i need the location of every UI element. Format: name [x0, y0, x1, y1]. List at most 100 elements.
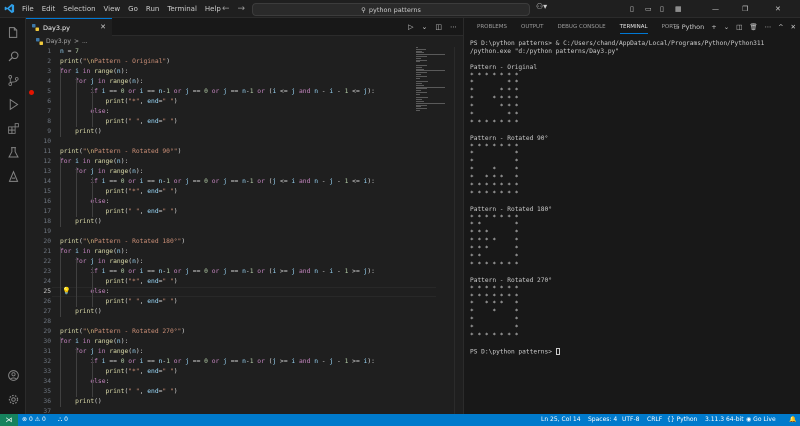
code-line[interactable]: 36 print() [26, 397, 463, 407]
run-python-file-icon[interactable]: ▷ [408, 23, 413, 31]
code-action-lightbulb-icon[interactable]: 💡 [62, 287, 71, 295]
code-line[interactable]: 29 print("\nPattern - Rotated 270°") [26, 327, 463, 337]
more-actions-icon[interactable]: ⋯ [450, 23, 457, 31]
code-token: ): [135, 348, 144, 355]
code-token: i [97, 268, 110, 275]
code-line[interactable]: 27 print() [26, 307, 463, 317]
toggle-secondary-sidebar-icon[interactable]: ▯ [660, 0, 664, 18]
kill-terminal-icon[interactable]: 🗑 [749, 23, 757, 31]
menu-selection[interactable]: Selection [59, 0, 99, 18]
line-number: 14 [43, 178, 51, 185]
split-editor-icon[interactable]: ◫ [435, 23, 442, 31]
terminal-scrollbar[interactable] [792, 38, 798, 414]
notifications-bell-icon[interactable]: 🔔 [789, 414, 796, 426]
ports-status[interactable]: ⛬ 0 [58, 414, 68, 426]
breadcrumb-more[interactable]: ... [82, 38, 88, 45]
explorer-icon[interactable] [0, 21, 26, 43]
code-token: print [105, 278, 125, 285]
indentation[interactable]: Spaces: 4 [588, 414, 617, 426]
code-line[interactable]: 22 for j in range(n): [26, 257, 463, 267]
code-line[interactable]: 31 for j in range(n): [26, 347, 463, 357]
code-token: print [60, 328, 79, 335]
testing-icon[interactable] [0, 141, 26, 163]
terminal-profile[interactable]: ▭ Python [674, 23, 705, 31]
code-line[interactable]: 37 [26, 407, 463, 414]
menu-go[interactable]: Go [124, 0, 142, 18]
code-line[interactable]: 19 [26, 227, 463, 237]
code-line[interactable]: 4 for j in range(n): [26, 77, 463, 87]
menu-run[interactable]: Run [142, 0, 163, 18]
restore-icon[interactable]: ❐ [742, 0, 748, 18]
problems-status[interactable]: ⊗ 0 ⚠ 0 [22, 414, 46, 426]
code-line[interactable]: 13 for j in range(n): [26, 167, 463, 177]
code-line[interactable]: 21 for i in range(n): [26, 247, 463, 257]
code-line[interactable]: 9 print() [26, 127, 463, 137]
code-line[interactable]: 28 [26, 317, 463, 327]
tab-day3-py[interactable]: Day3.py ✕ [26, 18, 112, 36]
split-terminal-icon[interactable]: ◫ [736, 23, 742, 31]
search-icon[interactable] [0, 45, 26, 67]
menu-edit[interactable]: Edit [38, 0, 60, 18]
customize-layout-icon[interactable]: ▦ [675, 0, 682, 18]
code-line[interactable]: 18 print() [26, 217, 463, 227]
cursor-position[interactable]: Ln 25, Col 14 [541, 414, 581, 426]
run-dropdown-chevron-icon[interactable]: ⌄ [422, 23, 428, 31]
code-token: - [336, 268, 345, 275]
menu-view[interactable]: View [100, 0, 125, 18]
encoding[interactable]: UTF-8 [622, 414, 640, 426]
go-live[interactable]: ◉ Go Live [746, 414, 776, 426]
language-mode[interactable]: {} Python [667, 414, 697, 426]
command-center[interactable]: ⚲ python patterns [252, 3, 530, 16]
back-arrow-icon[interactable]: ← [222, 4, 230, 14]
code-token: i [71, 248, 83, 255]
minimize-icon[interactable]: — [712, 0, 719, 18]
python-interpreter[interactable]: 3.11.3 64-bit [705, 414, 744, 426]
python-env-icon[interactable] [0, 165, 26, 187]
terminal-line: * * [470, 316, 519, 324]
code-token: ) [173, 188, 178, 195]
remote-indicator-icon[interactable]: ⋊ [0, 414, 18, 426]
code-token: or [253, 88, 269, 95]
code-line[interactable]: 1 n = 7 [26, 47, 463, 57]
copilot-icon[interactable]: ⚇▾ [536, 2, 547, 11]
code-line[interactable]: 3 for i in range(n): [26, 67, 463, 77]
code-token: print [105, 98, 125, 105]
new-terminal-icon[interactable]: + [711, 23, 716, 31]
tab-debug-console[interactable]: DEBUG CONSOLE [550, 18, 612, 36]
panel-more-icon[interactable]: ⋯ [765, 23, 772, 31]
code-token: print [75, 128, 95, 135]
close-panel-icon[interactable]: ✕ [791, 23, 796, 31]
source-control-icon[interactable] [0, 69, 26, 91]
code-text: print() [60, 397, 102, 407]
code-token: i [71, 158, 83, 165]
code-line[interactable]: 2 print("\nPattern - Original") [26, 57, 463, 67]
run-debug-icon[interactable] [0, 93, 26, 115]
breadcrumb-file[interactable]: Day3.py [46, 38, 71, 45]
close-tab-icon[interactable]: ✕ [100, 23, 106, 31]
terminal-output[interactable]: PS D:\python patterns> & C:/Users/chand/… [470, 40, 788, 356]
toggle-panel-icon[interactable]: ▭ [645, 0, 652, 18]
terminal-dropdown-icon[interactable]: ⌄ [724, 23, 729, 31]
tab-terminal[interactable]: TERMINAL [613, 18, 655, 36]
line-number: 3 [47, 68, 51, 75]
forward-arrow-icon[interactable]: → [238, 4, 246, 14]
code-line[interactable]: 20 print("\nPattern - Rotated 180°") [26, 237, 463, 247]
settings-gear-icon[interactable] [0, 388, 26, 410]
maximize-panel-icon[interactable]: ^ [778, 23, 783, 31]
code-line[interactable]: 10 [26, 137, 463, 147]
account-icon[interactable] [0, 364, 26, 386]
breakpoint-icon[interactable] [29, 89, 34, 95]
end-of-line[interactable]: CRLF [647, 414, 662, 426]
code-line[interactable]: 11 print("\nPattern - Rotated 90°") [26, 147, 463, 157]
tab-problems[interactable]: PROBLEMS [470, 18, 514, 36]
code-editor[interactable]: 1 n = 7 2 print("\nPattern - Original") 3 for… [26, 47, 463, 414]
menu-terminal[interactable]: Terminal [163, 0, 201, 18]
extensions-icon[interactable] [0, 117, 26, 139]
code-line[interactable]: 30 for i in range(n): [26, 337, 463, 347]
code-line[interactable]: 12 for i in range(n): [26, 157, 463, 167]
toggle-primary-sidebar-icon[interactable]: ▯ [630, 0, 634, 18]
close-window-icon[interactable]: ✕ [775, 0, 781, 18]
menu-file[interactable]: File [18, 0, 38, 18]
tab-output[interactable]: OUTPUT [514, 18, 550, 36]
code-token: print [105, 368, 125, 375]
